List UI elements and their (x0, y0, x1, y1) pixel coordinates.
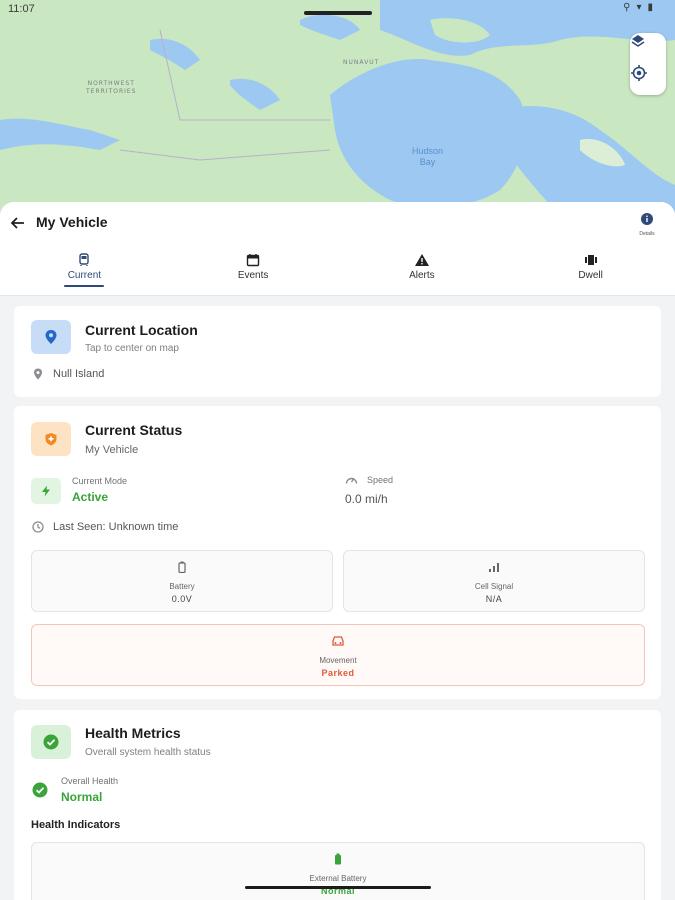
details-button[interactable]: Details (635, 212, 659, 238)
health-indicators-heading: Health Indicators (31, 819, 121, 831)
status-bar: 11:07 ⚲ ▾ ▮ (0, 0, 675, 18)
card-subtitle: My Vehicle (85, 444, 139, 456)
map-label-nwt: NORTHWEST TERRITORIES (86, 80, 137, 95)
car-icon (332, 636, 344, 646)
cell-signal-label: Cell Signal (474, 582, 514, 591)
drag-handle[interactable] (304, 11, 372, 15)
location-status-icon: ⚲ (623, 2, 631, 13)
card-subtitle: Tap to center on map (85, 343, 179, 354)
vehicle-icon (79, 253, 90, 266)
place-pin-icon (34, 368, 42, 380)
home-indicator (245, 886, 431, 889)
place-name: Null Island (53, 368, 105, 380)
speed-value: 0.0 mi/h (345, 492, 388, 506)
map-controls (630, 33, 666, 95)
tab-label: Current (67, 270, 102, 281)
bolt-icon (42, 485, 50, 497)
shield-icon (45, 433, 57, 446)
overall-health-label: Overall Health (61, 776, 119, 786)
cell-signal-metric: Cell Signal N/A (343, 550, 645, 612)
map-view[interactable]: NORTHWEST TERRITORIES NUNAVUT Hudson Bay… (0, 0, 675, 215)
dwell-icon (584, 255, 597, 265)
my-location-icon (631, 65, 647, 81)
overall-health-check-icon (32, 782, 48, 798)
map-label-hudson-bay: Hudson Bay (412, 146, 444, 167)
location-pin-icon (45, 330, 57, 344)
mode-icon-box (31, 478, 61, 504)
last-seen: Last Seen: Unknown time (53, 521, 179, 533)
status-time: 11:07 (8, 3, 35, 15)
mode-label: Current Mode (72, 476, 128, 486)
cell-signal-value: N/A (485, 594, 503, 604)
battery-metric: Battery 0.0V (31, 550, 333, 612)
tab-label: Alerts (409, 270, 435, 281)
tab-events[interactable]: Events (169, 244, 338, 295)
details-label: Details (639, 231, 655, 237)
status-icon-box (31, 422, 71, 456)
battery-status-icon: ▮ (647, 2, 653, 13)
overall-health-value: Normal (61, 790, 103, 804)
movement-value: Parked (321, 668, 355, 678)
battery-value: 0.0V (171, 594, 193, 604)
health-icon-box (31, 725, 71, 759)
back-button[interactable] (8, 213, 28, 233)
arrow-left-icon (10, 217, 24, 229)
my-location-button[interactable] (630, 64, 666, 95)
tab-bar: Current Events Alerts Dwell (0, 244, 675, 296)
mode-value: Active (72, 490, 109, 504)
wifi-icon: ▾ (636, 2, 642, 13)
status-icons: ⚲ ▾ ▮ (623, 2, 653, 13)
map-label-nunavut: NUNAVUT (343, 59, 380, 66)
card-title: Current Status (85, 422, 183, 438)
calendar-icon (246, 254, 260, 267)
card-title: Health Metrics (85, 725, 181, 741)
signal-icon (489, 563, 499, 572)
battery-icon (178, 561, 186, 574)
current-status-card: Current Status My Vehicle Current Mode A… (14, 406, 661, 699)
tab-label: Events (237, 270, 269, 281)
tab-label: Dwell (578, 270, 603, 281)
battery-label: Battery (169, 582, 195, 591)
external-battery-label: External Battery (309, 874, 367, 883)
info-icon (641, 213, 653, 225)
layers-icon (631, 35, 645, 47)
tab-alerts[interactable]: Alerts (338, 244, 507, 295)
card-title: Current Location (85, 322, 198, 338)
external-battery-icon (335, 853, 341, 865)
current-location-card[interactable]: Current Location Tap to center on map Nu… (14, 306, 661, 397)
warning-icon (414, 254, 429, 266)
speedometer-icon (345, 477, 358, 484)
movement-label: Movement (319, 656, 357, 665)
header: My Vehicle Details (0, 202, 675, 244)
tab-current[interactable]: Current (0, 244, 169, 295)
external-battery-metric: External Battery Normal (31, 842, 645, 900)
speed-label: Speed (367, 475, 394, 485)
page-title: My Vehicle (36, 214, 108, 230)
layers-button[interactable] (630, 33, 666, 64)
card-subtitle: Overall system health status (85, 747, 211, 758)
movement-metric: Movement Parked (31, 624, 645, 686)
tab-dwell[interactable]: Dwell (506, 244, 675, 295)
clock-icon (32, 521, 44, 533)
tab-active-indicator (64, 285, 105, 287)
check-circle-icon (43, 734, 59, 750)
map-tiles (0, 0, 675, 215)
location-icon-box (31, 320, 71, 354)
health-metrics-card: Health Metrics Overall system health sta… (14, 710, 661, 900)
